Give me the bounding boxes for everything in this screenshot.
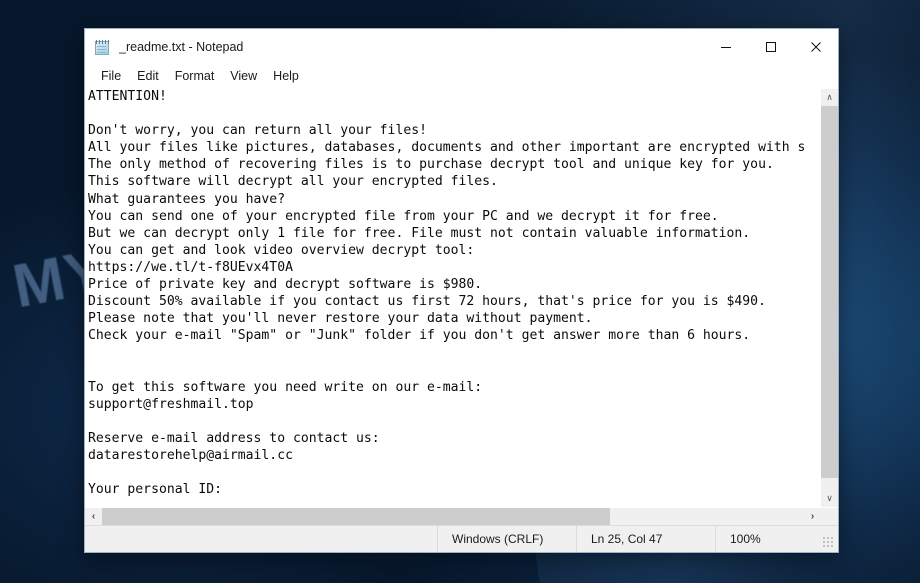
menu-item-view[interactable]: View [222,67,265,86]
close-button[interactable] [793,29,838,65]
horizontal-scroll-thumb[interactable] [102,508,610,525]
status-line-ending: Windows (CRLF) [437,526,576,552]
status-cursor-position: Ln 25, Col 47 [576,526,715,552]
vertical-scroll-track[interactable] [821,106,838,490]
status-bar: Windows (CRLF) Ln 25, Col 47 100% [85,525,838,552]
menu-item-file[interactable]: File [93,67,129,86]
document-text: ATTENTION! Don't worry, you can return a… [88,89,806,498]
menu-item-edit[interactable]: Edit [129,67,167,86]
vertical-scrollbar[interactable]: ∧ ∨ [820,89,838,507]
status-zoom-level: 100% [715,526,838,552]
maximize-icon [765,42,776,52]
desktop-background: MYANTISPYWARE.COM _readme.txt - Notepad [0,0,920,583]
scroll-left-button[interactable]: ‹ [85,508,102,525]
scroll-right-button[interactable]: › [804,508,821,525]
menu-item-help[interactable]: Help [265,67,307,86]
vertical-scroll-thumb[interactable] [821,106,838,478]
notepad-icon [94,39,111,56]
editor-region: ATTENTION! Don't worry, you can return a… [85,88,838,507]
menu-item-format[interactable]: Format [167,67,223,86]
title-bar-left: _readme.txt - Notepad [85,29,703,65]
title-bar[interactable]: _readme.txt - Notepad [85,29,838,65]
status-bar-spacer [85,526,437,552]
scroll-down-button[interactable]: ∨ [821,490,838,507]
minimize-icon [720,47,731,48]
horizontal-scrollbar[interactable]: ‹ › [85,507,838,525]
window-title: _readme.txt - Notepad [119,40,244,54]
resize-grip-icon[interactable] [823,537,835,549]
horizontal-scroll-track[interactable] [102,508,804,525]
scrollbar-corner [821,508,838,525]
text-editor[interactable]: ATTENTION! Don't worry, you can return a… [85,89,820,507]
caption-buttons [703,29,838,65]
notepad-window: _readme.txt - Notepad File Edit Format V… [84,28,839,553]
maximize-button[interactable] [748,29,793,65]
minimize-button[interactable] [703,29,748,65]
menu-bar: File Edit Format View Help [85,65,838,88]
close-icon [810,42,821,52]
scroll-up-button[interactable]: ∧ [821,89,838,106]
